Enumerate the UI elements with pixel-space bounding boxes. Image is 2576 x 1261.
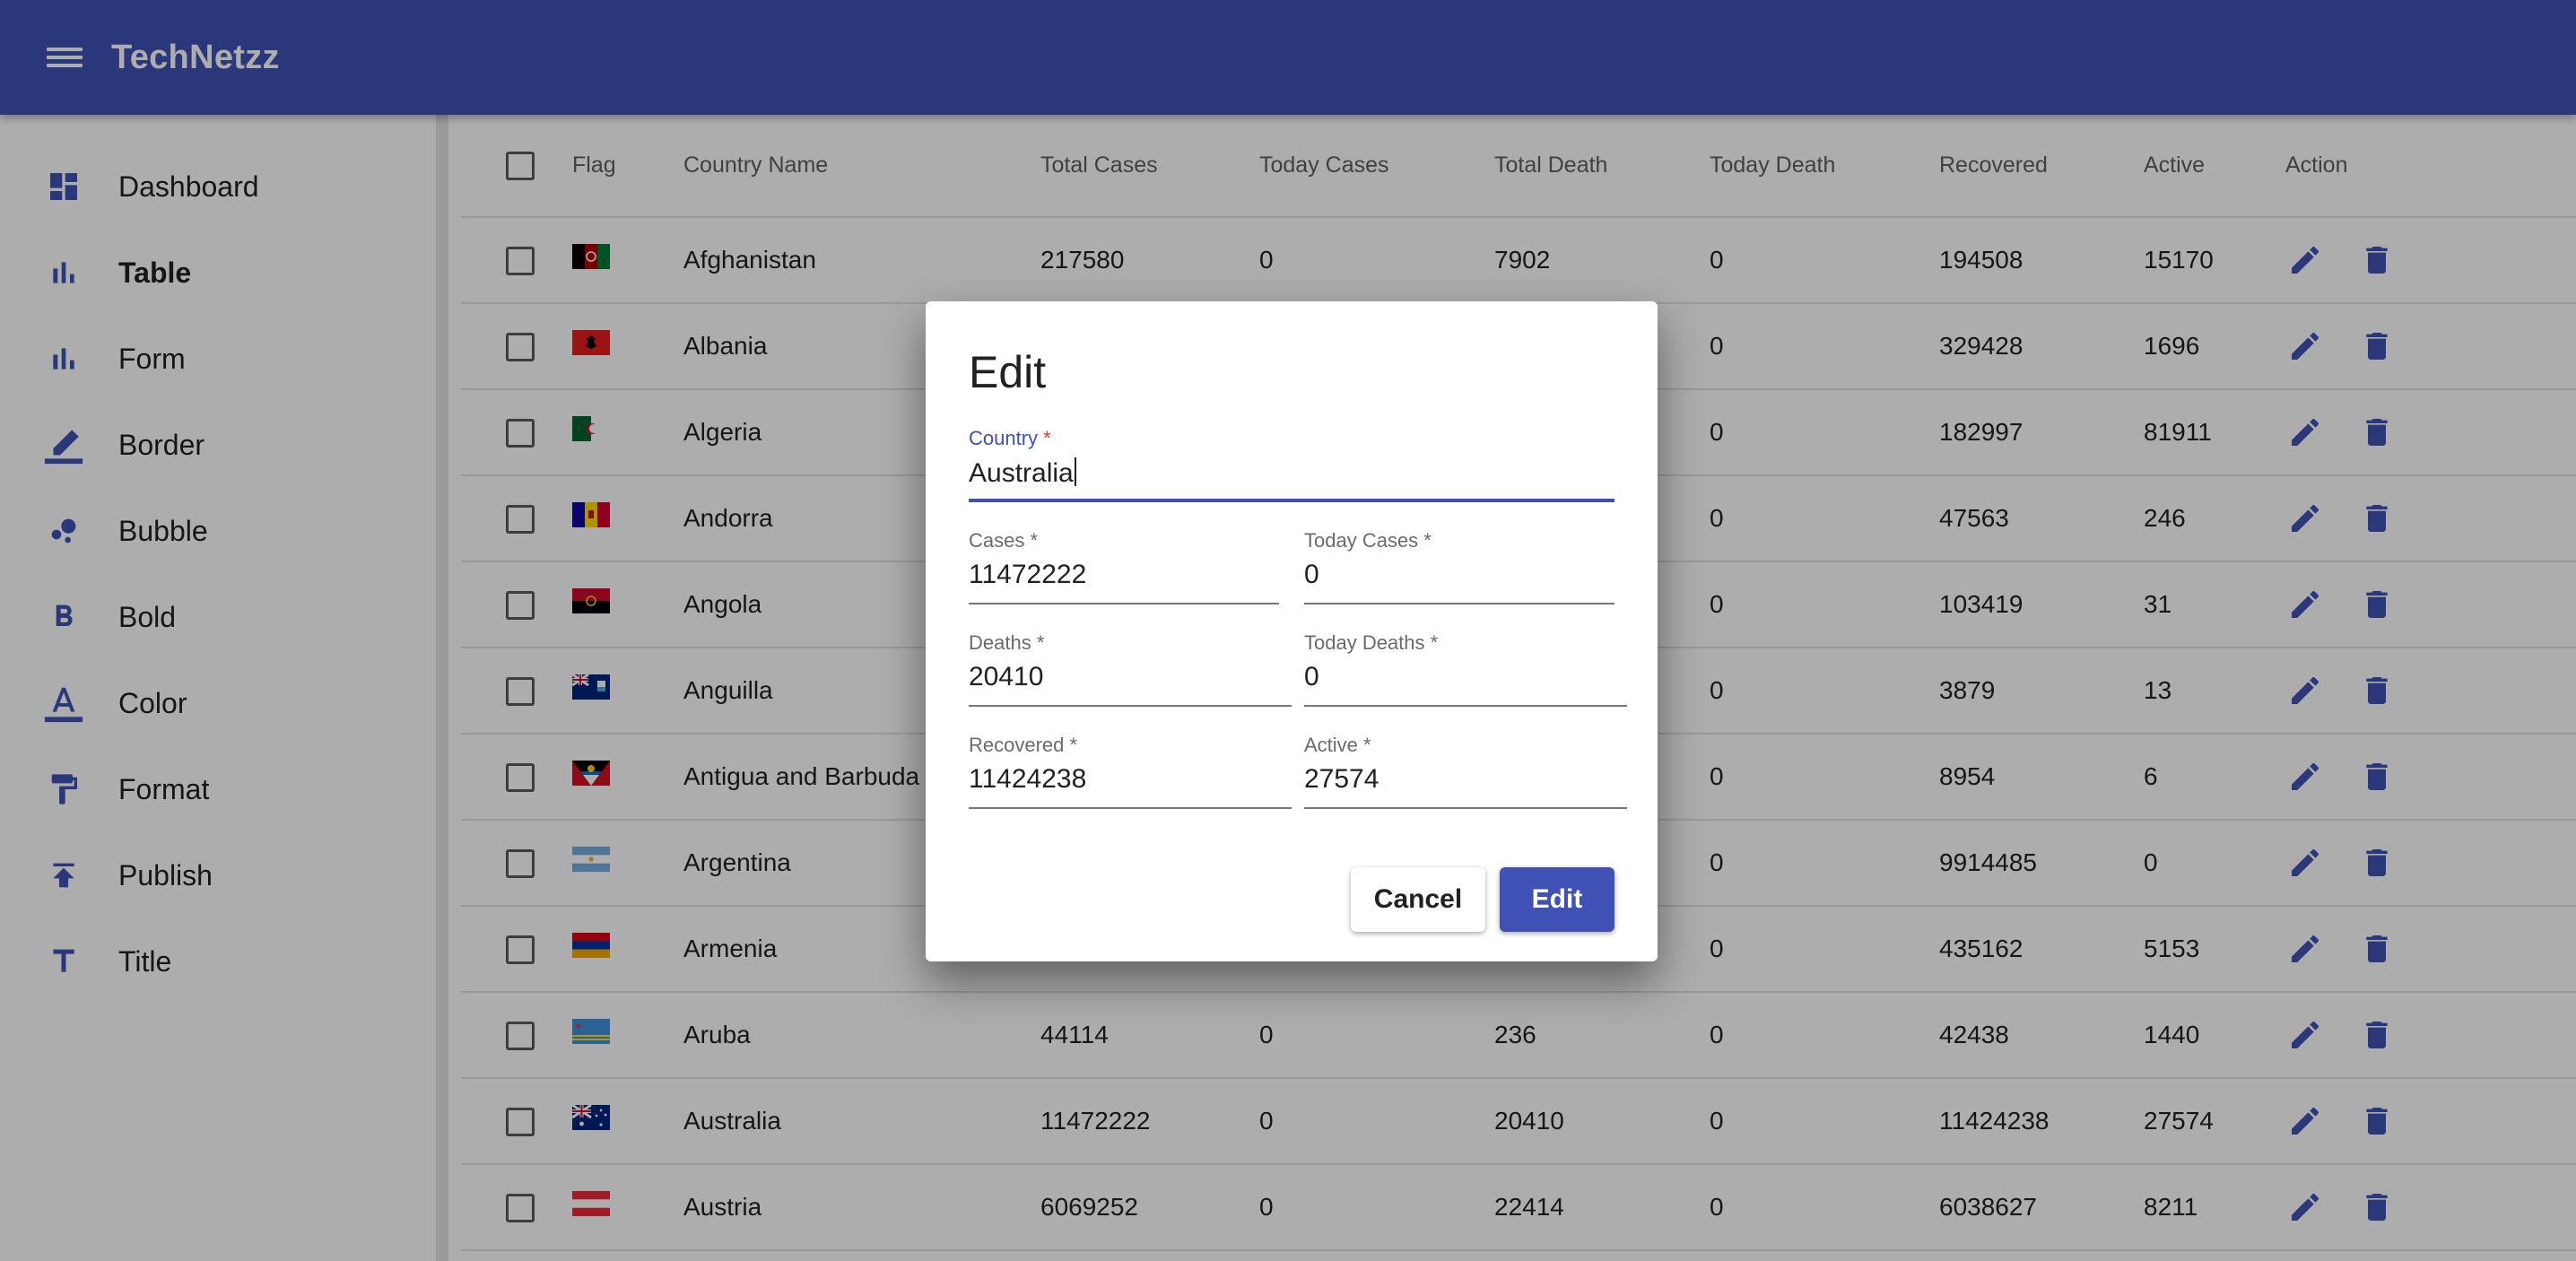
text-cursor <box>1074 457 1076 486</box>
field-underline <box>1304 603 1614 604</box>
country-field[interactable]: Country * Australia <box>969 427 1614 502</box>
required-mark: * <box>1430 631 1439 654</box>
cases-label: Cases <box>969 529 1025 552</box>
today-cases-label: Today Cases <box>1304 529 1419 552</box>
active-input[interactable]: 27574 <box>1304 764 1379 795</box>
today-cases-field[interactable]: Today Cases * 0 <box>1304 529 1614 604</box>
cases-field[interactable]: Cases * 11472222 <box>969 529 1279 604</box>
dialog-title: Edit <box>969 347 1047 397</box>
cases-input[interactable]: 11472222 <box>969 560 1086 590</box>
required-mark: * <box>1423 529 1432 552</box>
recovered-field[interactable]: Recovered * 11424238 <box>969 734 1292 809</box>
required-mark: * <box>1069 734 1078 756</box>
field-underline <box>1304 705 1627 707</box>
recovered-label: Recovered <box>969 734 1065 756</box>
required-mark: * <box>1043 427 1051 449</box>
country-label: Country <box>969 427 1039 449</box>
field-underline <box>969 603 1279 604</box>
field-underline <box>969 499 1614 502</box>
deaths-input[interactable]: 20410 <box>969 662 1043 692</box>
required-mark: * <box>1036 631 1045 654</box>
cancel-button[interactable]: Cancel <box>1351 867 1485 932</box>
active-field[interactable]: Active * 27574 <box>1304 734 1627 809</box>
field-underline <box>969 705 1292 707</box>
edit-dialog: Edit Country * Australia Cases * 1147222… <box>926 301 1658 961</box>
field-underline <box>969 807 1292 809</box>
today-deaths-field[interactable]: Today Deaths * 0 <box>1304 631 1627 707</box>
country-input[interactable]: Australia <box>969 458 1074 488</box>
today-cases-input[interactable]: 0 <box>1304 560 1319 590</box>
required-mark: * <box>1363 734 1371 756</box>
required-mark: * <box>1030 529 1039 552</box>
today-deaths-label: Today Deaths <box>1304 631 1425 654</box>
edit-submit-button[interactable]: Edit <box>1500 867 1614 932</box>
recovered-input[interactable]: 11424238 <box>969 764 1086 795</box>
deaths-field[interactable]: Deaths * 20410 <box>969 631 1292 707</box>
deaths-label: Deaths <box>969 631 1031 654</box>
today-deaths-input[interactable]: 0 <box>1304 662 1319 692</box>
active-label: Active <box>1304 734 1358 756</box>
field-underline <box>1304 807 1627 809</box>
